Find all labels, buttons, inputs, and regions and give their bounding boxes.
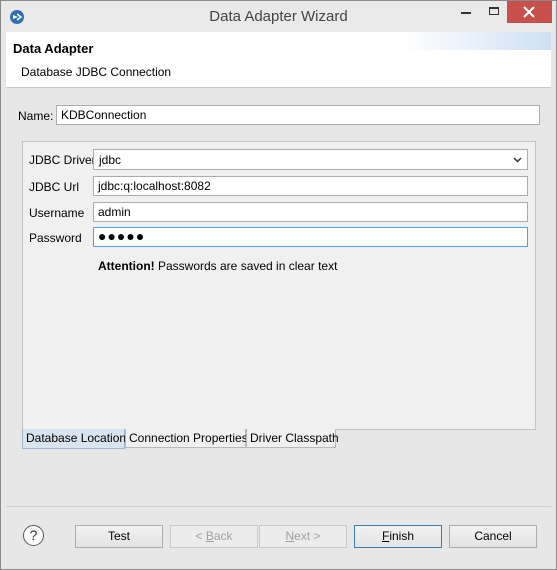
password-input[interactable]: ●●●●● (93, 227, 528, 247)
close-button[interactable] (507, 1, 552, 23)
back-mnemonic: B (205, 529, 214, 543)
attention-label: Attention! (98, 259, 155, 273)
page-subtitle: Database JDBC Connection (21, 65, 172, 79)
tab-driver-classpath[interactable]: Driver Classpath (246, 429, 339, 448)
tab-database-location[interactable]: Database Location (22, 429, 126, 449)
finish-button[interactable]: Finish (354, 525, 442, 548)
chevron-down-icon (513, 157, 522, 163)
page-title: Data Adapter (13, 41, 94, 56)
banner-decoration (401, 32, 551, 50)
attention-text: Passwords are saved in clear text (154, 259, 338, 273)
minimize-icon (461, 12, 471, 14)
button-bar-separator (6, 506, 551, 507)
back-prefix: < (195, 529, 206, 543)
tab-connection-properties[interactable]: Connection Properties (125, 429, 248, 448)
jdbc-url-input[interactable]: jdbc:q:localhost:8082 (93, 176, 528, 196)
back-rest: ack (213, 529, 233, 543)
next-mnemonic: N (285, 529, 295, 543)
help-button[interactable]: ? (23, 525, 44, 546)
jdbc-driver-select[interactable]: jdbc (93, 149, 528, 170)
jdbc-url-label: JDBC Url (29, 180, 79, 194)
username-input[interactable]: admin (93, 202, 528, 222)
wizard-window: Data Adapter Wizard Data Adapter Databas… (0, 0, 557, 570)
jdbc-driver-label: JDBC Driver (29, 153, 96, 167)
title-bar[interactable]: Data Adapter Wizard (1, 1, 556, 32)
finish-rest: inish (389, 529, 415, 543)
back-button[interactable]: < Back (170, 525, 258, 548)
minimize-button[interactable] (449, 1, 483, 23)
jdbc-driver-value: jdbc (99, 153, 122, 167)
next-rest: ext > (294, 529, 321, 543)
test-button[interactable]: Test (75, 525, 163, 548)
maximize-button[interactable] (483, 1, 507, 23)
username-label: Username (29, 206, 85, 220)
close-icon (523, 6, 535, 18)
cancel-button[interactable]: Cancel (449, 525, 537, 548)
password-warning: Attention! Passwords are saved in clear … (98, 259, 337, 273)
name-input[interactable]: KDBConnection (56, 105, 540, 125)
wizard-banner: Data Adapter Database JDBC Connection (6, 32, 551, 88)
name-label: Name: (18, 109, 54, 123)
password-label: Password (29, 231, 82, 245)
maximize-icon (489, 7, 499, 15)
next-button[interactable]: Next > (259, 525, 347, 548)
